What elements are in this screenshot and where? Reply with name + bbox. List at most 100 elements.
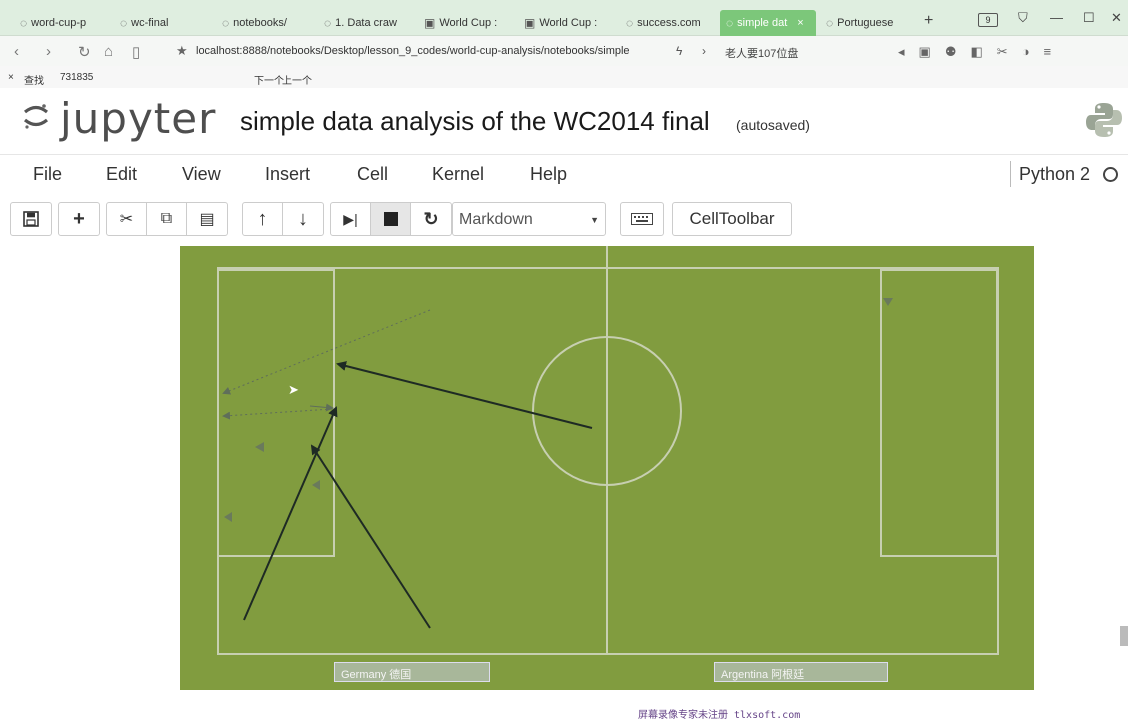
address-bar: ‹ › ↻ ⌂ ▯ ★ localhost:8888/notebooks/Des… bbox=[0, 36, 1128, 66]
kernel-idle-indicator bbox=[1103, 167, 1118, 182]
divider bbox=[1010, 161, 1011, 187]
paste-button[interactable]: ▤ bbox=[187, 203, 227, 235]
page-tab-icon: ▣ bbox=[424, 16, 436, 30]
maximize-icon[interactable]: ☐ bbox=[1083, 10, 1095, 26]
toolbar-group-move: ↑ ↓ bbox=[242, 202, 324, 236]
forward-icon[interactable]: › bbox=[46, 43, 51, 60]
command-palette-button[interactable] bbox=[620, 202, 664, 236]
reader-icon[interactable]: ▯ bbox=[132, 43, 140, 61]
insert-cell-button[interactable]: + bbox=[59, 203, 99, 235]
restart-kernel-button[interactable]: ↻ bbox=[411, 203, 451, 235]
browser-tab[interactable]: ◌ wc-final bbox=[114, 10, 212, 36]
jupyter-logo-icon[interactable] bbox=[22, 102, 50, 130]
menu-view[interactable]: View bbox=[182, 164, 221, 185]
browser-tab[interactable]: ▣ World Cup : bbox=[418, 10, 516, 36]
celltoolbar-button[interactable]: CellToolbar bbox=[672, 202, 792, 236]
notebook-header: jupyter simple data analysis of the WC20… bbox=[0, 88, 1128, 154]
cut-button[interactable]: ✂ bbox=[107, 203, 147, 235]
close-icon[interactable]: × bbox=[797, 17, 803, 29]
menu-bar: File Edit View Insert Cell Kernel Help P… bbox=[0, 154, 1128, 192]
toolbar-group-run: ▶| ↻ bbox=[330, 202, 452, 236]
close-window-icon[interactable]: ✕ bbox=[1111, 10, 1122, 26]
close-icon[interactable]: × bbox=[8, 72, 14, 83]
toolbar-group-save bbox=[10, 202, 52, 236]
browser-tab[interactable]: ◌ word-cup-p bbox=[14, 10, 110, 36]
autosave-status: (autosaved) bbox=[736, 117, 810, 133]
back-icon[interactable]: ‹ bbox=[14, 43, 19, 60]
menu-kernel[interactable]: Kernel bbox=[432, 164, 484, 185]
python-logo-icon bbox=[1086, 103, 1122, 137]
extension-icon[interactable]: ◂ bbox=[898, 44, 905, 60]
chevron-right-icon[interactable]: › bbox=[702, 44, 706, 58]
team-caption-right: Argentina 阿根廷 bbox=[714, 662, 888, 682]
extension-icon[interactable]: ⚉ bbox=[945, 44, 957, 60]
menu-icon[interactable]: ≡ bbox=[1044, 44, 1052, 60]
lightning-icon[interactable]: ϟ bbox=[676, 44, 682, 58]
jupyter-tab-icon: ◌ bbox=[20, 16, 28, 30]
jupyter-tab-icon: ◌ bbox=[726, 16, 734, 30]
minimize-icon[interactable]: — bbox=[1050, 10, 1063, 25]
extension-icon[interactable]: ▣ bbox=[919, 44, 931, 60]
find-input[interactable]: 731835 bbox=[60, 72, 93, 83]
move-up-button[interactable]: ↑ bbox=[243, 203, 283, 235]
plus-icon: + bbox=[73, 207, 85, 230]
team-caption-left: Germany 德国 bbox=[334, 662, 490, 682]
scrollbar-thumb[interactable] bbox=[1120, 626, 1128, 646]
extension-icon[interactable]: ◑ bbox=[1022, 44, 1030, 60]
extension-icons: ◂ ▣ ⚉ ◧ ✂ ◑ ≡ bbox=[898, 44, 1051, 60]
menu-help[interactable]: Help bbox=[530, 164, 567, 185]
menu-file[interactable]: File bbox=[33, 164, 62, 185]
step-forward-icon: ▶| bbox=[343, 210, 358, 227]
mouse-cursor-icon: ➤ bbox=[288, 382, 299, 397]
globe-tab-icon: ◌ bbox=[826, 16, 834, 30]
extension-icon[interactable]: ◧ bbox=[970, 44, 982, 60]
floppy-disk-icon bbox=[23, 211, 39, 227]
cell-type-select[interactable]: Markdown ▼ bbox=[452, 202, 606, 236]
menu-edit[interactable]: Edit bbox=[106, 164, 137, 185]
home-icon[interactable]: ⌂ bbox=[104, 43, 113, 60]
browser-tab[interactable]: ◌ 1. Data craw bbox=[318, 10, 416, 36]
dropdown-caret-icon: ▼ bbox=[590, 215, 599, 225]
browser-tab[interactable]: ◌ notebooks/ bbox=[216, 10, 314, 36]
save-button[interactable] bbox=[11, 203, 51, 235]
run-cell-button[interactable]: ▶| bbox=[331, 203, 371, 235]
jupyter-tab-icon: ◌ bbox=[120, 16, 128, 30]
reload-icon[interactable]: ↻ bbox=[78, 43, 91, 61]
pitch-plot bbox=[180, 246, 1034, 690]
find-label: 查找 bbox=[24, 76, 44, 87]
url-field[interactable]: localhost:8888/notebooks/Desktop/lesson_… bbox=[196, 45, 630, 57]
toolbar-group-insert: + bbox=[58, 202, 100, 236]
arrow-up-icon: ↑ bbox=[257, 207, 268, 230]
extension-icon[interactable]: ✂ bbox=[997, 44, 1008, 60]
menu-cell[interactable]: Cell bbox=[357, 164, 388, 185]
menu-insert[interactable]: Insert bbox=[265, 164, 310, 185]
move-down-button[interactable]: ↓ bbox=[283, 203, 323, 235]
find-next-button[interactable]: 下一个 bbox=[254, 72, 284, 87]
arrow-down-icon: ↓ bbox=[298, 207, 308, 230]
jupyter-tab-icon: ◌ bbox=[222, 16, 230, 30]
browser-tab[interactable]: ◌ success.com bbox=[620, 10, 718, 36]
stop-icon bbox=[383, 212, 398, 226]
find-prev-button[interactable]: 上一个 bbox=[282, 72, 312, 87]
jupyter-logo-text[interactable]: jupyter bbox=[60, 94, 216, 143]
kernel-name: Python 2 bbox=[1019, 164, 1091, 184]
browser-tab[interactable]: ◌ Portuguese bbox=[820, 10, 918, 36]
find-bar: × 查找 731835 下一个 上一个 bbox=[0, 66, 1128, 88]
bookmark-star-icon[interactable]: ★ bbox=[176, 43, 188, 59]
notebook-toolbar: + ✂ ⧉ ▤ ↑ ↓ ▶| ↻ Markdown ▼ CellToolbar bbox=[0, 196, 1128, 244]
shirt-icon[interactable]: ⛉ bbox=[1018, 10, 1028, 26]
browser-tab-strip: ◌ word-cup-p ◌ wc-final ◌ notebooks/ ◌ 1. Da… bbox=[0, 0, 1128, 36]
cell-type-value: Markdown bbox=[459, 211, 533, 228]
search-suggestion[interactable]: 老人要107位盘 bbox=[725, 45, 798, 61]
toolbar-group-edit: ✂ ⧉ ▤ bbox=[106, 202, 228, 236]
watermark-text: 屏幕录像专家未注册 tlxsoft.com bbox=[638, 710, 801, 721]
copy-button[interactable]: ⧉ bbox=[147, 203, 187, 235]
notebook-title[interactable]: simple data analysis of the WC2014 final bbox=[240, 106, 710, 137]
paste-icon: ▤ bbox=[199, 211, 215, 228]
copy-icon: ⧉ bbox=[160, 210, 173, 227]
tab-count-badge[interactable]: 9 bbox=[978, 13, 998, 27]
browser-tab-active[interactable]: ◌ simple dat × bbox=[720, 10, 816, 36]
browser-tab[interactable]: ▣ World Cup : bbox=[518, 10, 616, 36]
interrupt-kernel-button[interactable] bbox=[371, 203, 411, 235]
new-tab-button[interactable]: + bbox=[924, 12, 933, 30]
